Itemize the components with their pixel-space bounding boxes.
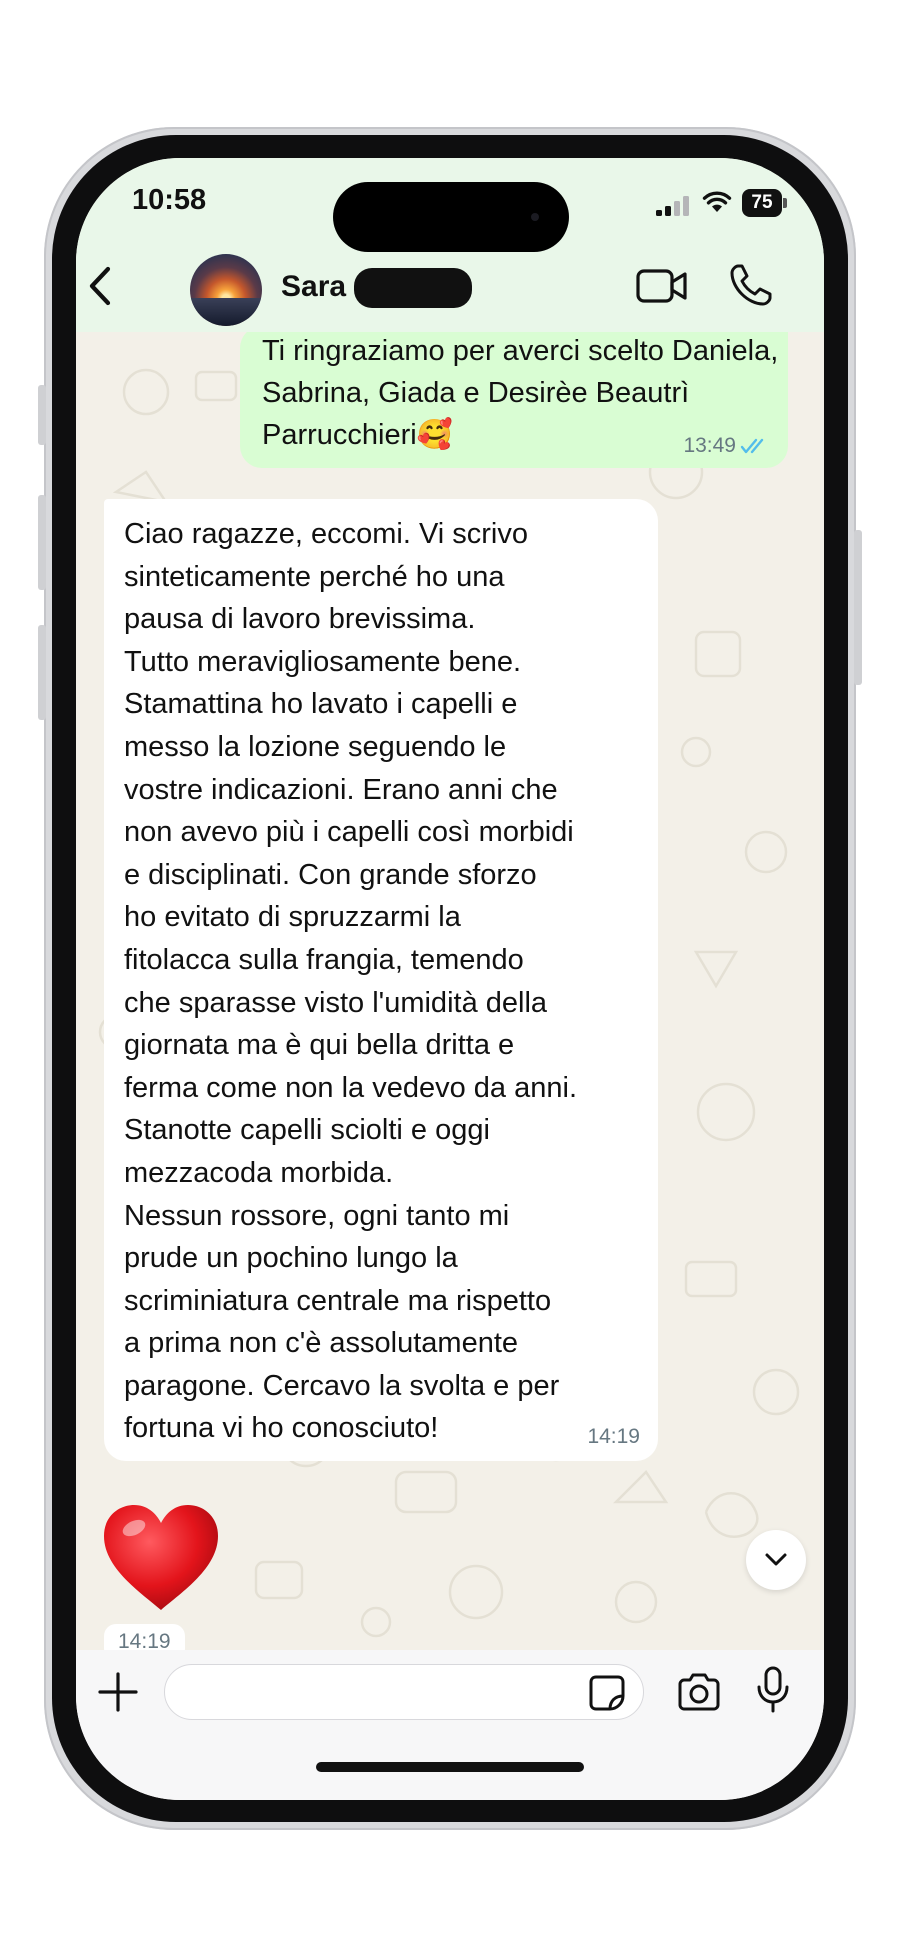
phone-screen: 10:58 75 Sara Ti ringraziamo per averci … bbox=[76, 158, 824, 1800]
chevron-down-icon bbox=[765, 1553, 787, 1566]
message-input[interactable] bbox=[164, 1664, 644, 1720]
heart-message-time: 14:19 bbox=[104, 1624, 185, 1650]
incoming-message[interactable]: Ciao ragazze, eccomi. Vi scrivo sintetic… bbox=[104, 499, 658, 1461]
battery-cap bbox=[783, 198, 787, 208]
dynamic-island bbox=[333, 182, 569, 252]
camera-icon[interactable] bbox=[676, 1672, 722, 1712]
read-receipt-icon bbox=[740, 438, 764, 454]
incoming-message-text: Ciao ragazze, eccomi. Vi scrivo sintetic… bbox=[124, 518, 577, 1445]
chat-area[interactable]: Ti ringraziamo per averci scelto Daniela… bbox=[76, 332, 824, 1650]
back-icon[interactable] bbox=[86, 263, 116, 309]
phone-volume-down-button bbox=[38, 625, 46, 720]
home-indicator bbox=[316, 1762, 584, 1772]
cellular-signal-icon bbox=[656, 196, 689, 216]
phone-volume-up-button bbox=[38, 495, 46, 590]
avatar[interactable] bbox=[190, 254, 262, 326]
battery-icon: 75 bbox=[742, 189, 782, 217]
phone-action-button bbox=[38, 385, 46, 445]
scroll-to-bottom-button[interactable] bbox=[746, 1530, 806, 1590]
message-composer bbox=[76, 1650, 824, 1800]
plus-icon[interactable] bbox=[96, 1670, 140, 1714]
contact-name[interactable]: Sara bbox=[281, 270, 346, 304]
outgoing-message-time: 13:49 bbox=[683, 434, 736, 457]
status-time: 10:58 bbox=[132, 184, 207, 216]
phone-power-button bbox=[854, 530, 862, 685]
name-redaction bbox=[354, 268, 472, 308]
chat-header: 10:58 75 Sara bbox=[76, 158, 824, 332]
heart-emoji[interactable] bbox=[100, 1502, 222, 1614]
phone-icon[interactable] bbox=[728, 262, 774, 308]
sticker-icon[interactable] bbox=[588, 1674, 626, 1712]
wifi-icon bbox=[702, 191, 732, 212]
microphone-icon[interactable] bbox=[756, 1666, 790, 1714]
outgoing-message[interactable]: Ti ringraziamo per averci scelto Daniela… bbox=[240, 332, 788, 468]
incoming-message-time: 14:19 bbox=[587, 1425, 640, 1448]
video-camera-icon[interactable] bbox=[636, 268, 688, 304]
